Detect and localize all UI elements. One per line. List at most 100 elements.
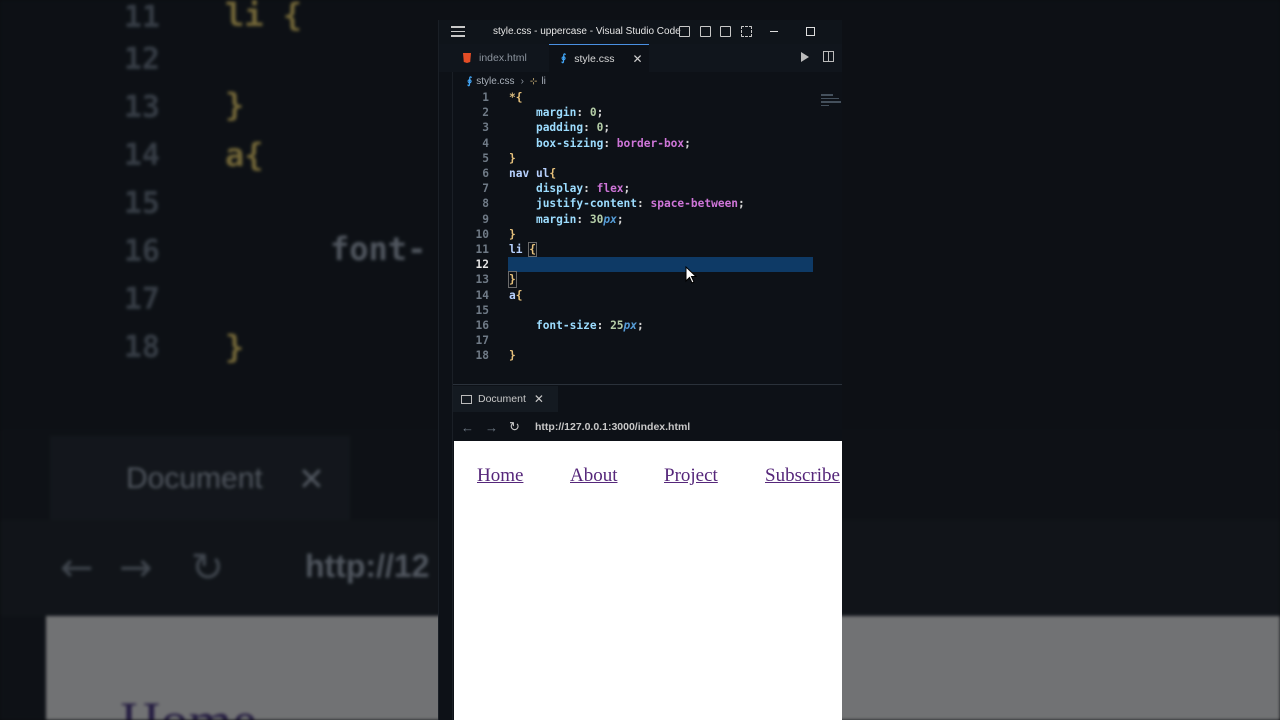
- tab-label: style.css: [574, 52, 615, 65]
- editor-tabs: index.html ∮ style.css ✕: [439, 44, 842, 72]
- line-number: 4: [482, 136, 489, 150]
- split-editor-icon[interactable]: [823, 51, 834, 62]
- nav-link-project[interactable]: Project: [664, 465, 718, 487]
- code-text: padding: 0;: [535, 121, 611, 135]
- line-number: 7: [482, 182, 489, 196]
- preview-page: Home About Project Subscribe: [454, 441, 842, 720]
- bg-line-number: 16: [123, 234, 160, 269]
- maximize-button[interactable]: [806, 27, 815, 36]
- close-icon[interactable]: ✕: [534, 392, 544, 406]
- browser-toolbar: ← → ↻ http://127.0.0.1:3000/index.html: [453, 414, 842, 440]
- code-text: }: [509, 227, 516, 241]
- code-line: 9 margin: 30px;: [453, 212, 823, 227]
- bg-code-line: }: [225, 328, 245, 366]
- breadcrumb-symbol[interactable]: li: [541, 76, 545, 87]
- code-line: 7 display: flex;: [453, 181, 823, 196]
- line-number: 9: [482, 212, 489, 226]
- toggle-sidebar-icon[interactable]: [679, 26, 690, 37]
- bg-code-line: a{: [225, 136, 264, 174]
- code-line: 8 justify-content: space-between;: [453, 196, 823, 211]
- code-text: justify-content: space-between;: [535, 197, 745, 211]
- run-icon[interactable]: [801, 52, 809, 62]
- toggle-panel-icon[interactable]: [700, 26, 711, 37]
- code-line: 15: [453, 303, 823, 318]
- line-number: 11: [475, 243, 489, 256]
- bg-code-line: font-: [330, 230, 427, 268]
- toggle-secondary-sidebar-icon[interactable]: [720, 26, 731, 37]
- breadcrumb-file[interactable]: style.css: [476, 76, 514, 87]
- line-number: 1: [482, 91, 489, 104]
- title-bar: style.css - uppercase - Visual Studio Co…: [439, 20, 842, 44]
- code-line: 11 li {: [453, 242, 823, 257]
- line-number: 16: [475, 319, 489, 332]
- code-text: }: [508, 271, 517, 289]
- browser-preview-icon: [461, 394, 472, 404]
- nav-link-subscribe[interactable]: Subscribe: [765, 465, 840, 487]
- line-number: 15: [475, 303, 489, 317]
- reload-icon[interactable]: ↻: [509, 419, 525, 435]
- back-arrow-icon[interactable]: ←: [461, 420, 479, 435]
- panel-divider: [453, 384, 842, 385]
- bg-close-icon: ✕: [298, 460, 325, 498]
- code-text: margin: 0;: [535, 106, 604, 120]
- line-number: 10: [475, 227, 489, 241]
- bg-line-number: 14: [123, 138, 160, 173]
- line-selection-highlight: [508, 257, 813, 273]
- tab-style-css[interactable]: ∮ style.css ✕: [549, 44, 649, 72]
- activity-gutter: [439, 72, 453, 720]
- line-number: 6: [482, 167, 489, 180]
- nav-link-about[interactable]: About: [570, 465, 618, 487]
- code-editor[interactable]: 1 *{ 2 margin: 0; 3 padding: 0; 4 box-si…: [453, 90, 842, 380]
- url-field[interactable]: http://127.0.0.1:3000/index.html: [535, 421, 690, 433]
- code-line: 1 *{: [453, 90, 823, 105]
- css-icon: ∮: [561, 53, 567, 64]
- vscode-window: style.css - uppercase - Visual Studio Co…: [438, 20, 842, 720]
- code-text: nav ul{: [509, 167, 557, 180]
- code-text: margin: 30px;: [535, 212, 624, 226]
- line-number: 17: [475, 334, 489, 348]
- code-text: font-size: 25px;: [535, 319, 644, 332]
- code-line: 3 padding: 0;: [453, 120, 823, 135]
- minimize-button[interactable]: [770, 31, 778, 33]
- bg-document-label: Document: [126, 462, 263, 495]
- line-number: 3: [482, 121, 489, 135]
- code-line: 17: [453, 333, 823, 348]
- bg-line-number: 13: [123, 90, 160, 125]
- bg-line-number: 12: [123, 42, 160, 77]
- minimap[interactable]: [821, 92, 842, 122]
- code-line: 6 nav ul{: [453, 166, 823, 181]
- line-number: 18: [475, 349, 489, 363]
- code-text: }: [509, 151, 516, 165]
- code-line: 10 }: [453, 227, 823, 242]
- tab-label: index.html: [479, 52, 527, 64]
- bg-page-links: Home: [120, 690, 257, 720]
- window-title: style.css - uppercase - Visual Studio Co…: [493, 26, 681, 37]
- code-text: li {: [509, 242, 537, 257]
- menu-icon[interactable]: [451, 26, 465, 38]
- code-line-current: 12: [453, 257, 823, 273]
- code-text: a{: [509, 288, 523, 302]
- bg-nav-icons: ← → ↻: [60, 545, 225, 591]
- chevron-right-icon: ›: [520, 75, 524, 87]
- css-icon: ∮: [467, 75, 473, 87]
- close-tab-icon[interactable]: ✕: [632, 52, 642, 66]
- nav-link-home[interactable]: Home: [477, 465, 523, 487]
- bg-line-number: 15: [123, 186, 160, 221]
- line-number: 8: [482, 197, 489, 211]
- code-line: 5 }: [453, 151, 823, 166]
- code-text: *{: [509, 91, 523, 104]
- code-line: 13 }: [453, 271, 823, 289]
- customize-layout-icon[interactable]: [741, 26, 752, 37]
- bg-line-number: 18: [123, 330, 160, 365]
- breadcrumb: ∮ style.css › ⊹ li: [439, 72, 842, 90]
- line-number: 5: [482, 151, 489, 165]
- html5-icon: [463, 53, 471, 63]
- line-number: 14: [475, 288, 489, 302]
- line-number: 2: [482, 106, 489, 120]
- code-line: 18 }: [453, 348, 823, 363]
- tab-document-preview[interactable]: Document ✕: [453, 386, 558, 412]
- code-line: 2 margin: 0;: [453, 105, 823, 120]
- tab-index-html[interactable]: index.html: [453, 44, 545, 72]
- code-line: 4 box-sizing: border-box;: [453, 136, 823, 151]
- forward-arrow-icon[interactable]: →: [485, 420, 503, 435]
